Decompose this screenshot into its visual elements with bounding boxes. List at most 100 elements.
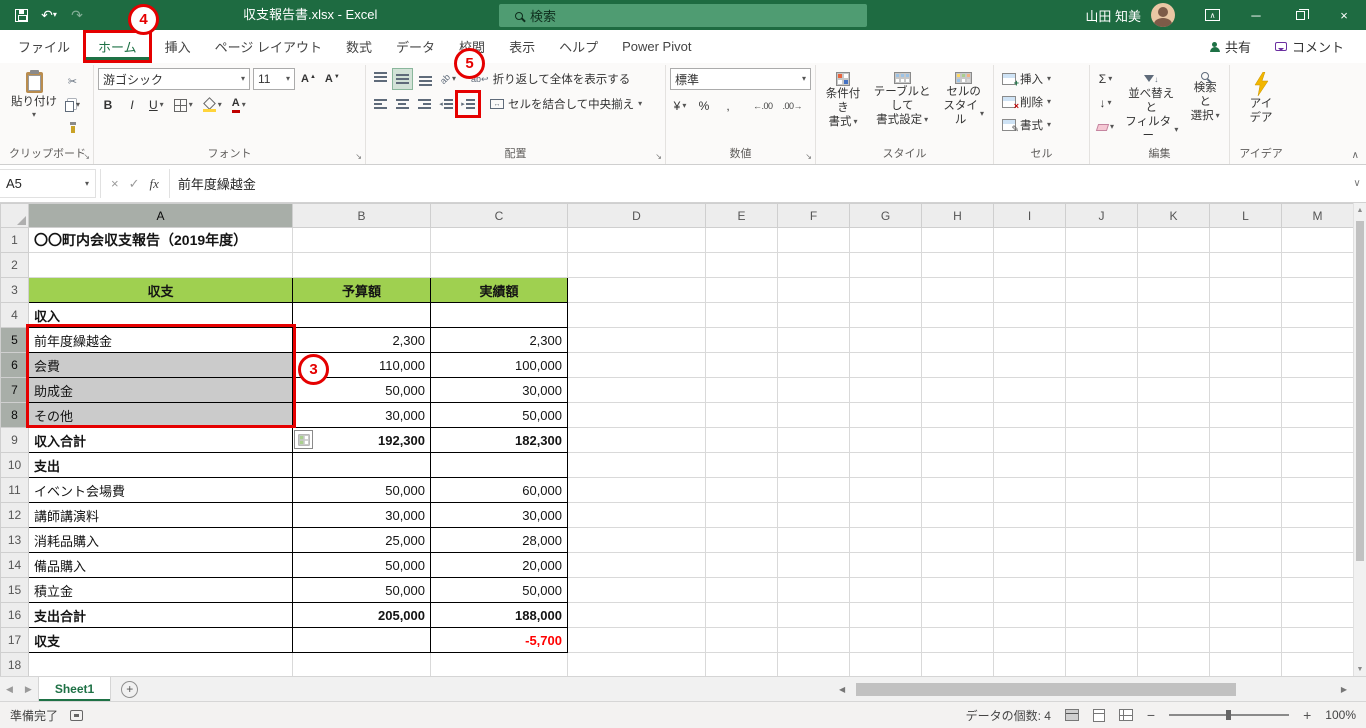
cell-J16[interactable] [1065, 602, 1138, 628]
row-header-15[interactable]: 15 [0, 577, 29, 603]
paste-button[interactable]: 貼り付け ▾ [6, 68, 62, 119]
cell-L10[interactable] [1209, 452, 1282, 478]
cell-M10[interactable] [1281, 452, 1354, 478]
row-header-1[interactable]: 1 [0, 227, 29, 253]
delete-cells-button[interactable]: × 削除 ▾ [998, 91, 1085, 112]
cell-I15[interactable] [993, 577, 1066, 603]
cell-E8[interactable] [705, 402, 778, 428]
cell-M14[interactable] [1281, 552, 1354, 578]
underline-button[interactable]: U ▾ [146, 94, 167, 116]
increase-decimal-button[interactable]: ←.00 [750, 95, 776, 117]
cell-J13[interactable] [1065, 527, 1138, 553]
cell-G12[interactable] [849, 502, 922, 528]
row-header-17[interactable]: 17 [0, 627, 29, 653]
cell-E11[interactable] [705, 477, 778, 503]
cell-H12[interactable] [921, 502, 994, 528]
cell-A5[interactable]: 前年度繰越金 [28, 327, 293, 353]
tab-file[interactable]: ファイル [6, 30, 82, 63]
cell-L18[interactable] [1209, 652, 1282, 676]
cell-D9[interactable] [567, 427, 706, 453]
cell-H8[interactable] [921, 402, 994, 428]
cell-I17[interactable] [993, 627, 1066, 653]
cell-C9[interactable]: 182,300 [430, 427, 568, 453]
cell-B2[interactable] [292, 252, 431, 278]
cell-B14[interactable]: 50,000 [292, 552, 431, 578]
column-header-A[interactable]: A [28, 203, 293, 228]
cell-L11[interactable] [1209, 477, 1282, 503]
cell-A11[interactable]: イベント会場費 [28, 477, 293, 503]
cell-M17[interactable] [1281, 627, 1354, 653]
comments-button[interactable]: コメント [1267, 34, 1352, 59]
cell-A9[interactable]: 収入合計 [28, 427, 293, 453]
cell-J3[interactable] [1065, 277, 1138, 303]
enter-icon[interactable]: ✓ [129, 176, 140, 192]
zoom-in-button[interactable]: + [1303, 707, 1311, 723]
decrease-indent-button[interactable]: ◂ [436, 93, 456, 115]
cell-D13[interactable] [567, 527, 706, 553]
ribbon-display-options-icon[interactable]: ∧ [1205, 9, 1220, 21]
cell-D8[interactable] [567, 402, 706, 428]
cell-B16[interactable]: 205,000 [292, 602, 431, 628]
select-all-corner[interactable] [0, 203, 29, 228]
conditional-formatting-button[interactable]: 条件付き 書式 ▾ [820, 68, 866, 129]
vertical-scrollbar[interactable]: ▲ ▼ [1353, 203, 1366, 676]
cell-G9[interactable] [849, 427, 922, 453]
cell-M16[interactable] [1281, 602, 1354, 628]
normal-view-button[interactable] [1064, 709, 1079, 721]
cell-J2[interactable] [1065, 252, 1138, 278]
cell-E10[interactable] [705, 452, 778, 478]
cell-J10[interactable] [1065, 452, 1138, 478]
cell-G8[interactable] [849, 402, 922, 428]
cell-E1[interactable] [705, 227, 778, 253]
cell-H17[interactable] [921, 627, 994, 653]
cell-M4[interactable] [1281, 302, 1354, 328]
collapse-ribbon-icon[interactable]: ∧ [1352, 150, 1359, 161]
cell-C7[interactable]: 30,000 [430, 377, 568, 403]
cell-C8[interactable]: 50,000 [430, 402, 568, 428]
cell-M15[interactable] [1281, 577, 1354, 603]
cell-K9[interactable] [1137, 427, 1210, 453]
search-input[interactable]: 検索 [499, 4, 867, 27]
close-button[interactable]: × [1322, 0, 1366, 30]
cell-E13[interactable] [705, 527, 778, 553]
sheet-tab-sheet1[interactable]: Sheet1 [37, 677, 112, 701]
cell-F2[interactable] [777, 252, 850, 278]
cell-B8[interactable]: 30,000 [292, 402, 431, 428]
cell-K3[interactable] [1137, 277, 1210, 303]
cell-K1[interactable] [1137, 227, 1210, 253]
formula-input[interactable]: 前年度繰越金 [168, 169, 1348, 198]
clear-button[interactable]: ▾ [1094, 116, 1117, 138]
row-header-11[interactable]: 11 [0, 477, 29, 503]
font-dialog-launcher-icon[interactable]: ↘ [355, 153, 362, 161]
cell-F4[interactable] [777, 302, 850, 328]
cell-C10[interactable] [430, 452, 568, 478]
cell-C11[interactable]: 60,000 [430, 477, 568, 503]
horizontal-scrollbar[interactable]: ◀ ▶ [836, 680, 1350, 698]
cell-J17[interactable] [1065, 627, 1138, 653]
column-header-F[interactable]: F [777, 203, 850, 228]
cell-C17[interactable]: -5,700 [430, 627, 568, 653]
ideas-button[interactable]: アイ デア [1245, 68, 1278, 126]
cell-F18[interactable] [777, 652, 850, 676]
row-header-6[interactable]: 6 [0, 352, 29, 378]
cell-L16[interactable] [1209, 602, 1282, 628]
cell-H13[interactable] [921, 527, 994, 553]
cell-F5[interactable] [777, 327, 850, 353]
find-select-button[interactable]: 検索と 選択 ▾ [1185, 68, 1225, 123]
cell-D12[interactable] [567, 502, 706, 528]
cell-C3[interactable]: 実績額 [430, 277, 568, 303]
tab-power-pivot[interactable]: Power Pivot [610, 30, 703, 63]
format-painter-button[interactable] [62, 118, 83, 140]
cell-D14[interactable] [567, 552, 706, 578]
fill-color-button[interactable]: ▾ [200, 94, 225, 116]
cell-H4[interactable] [921, 302, 994, 328]
comma-format-button[interactable]: , [718, 95, 738, 117]
cell-B17[interactable] [292, 627, 431, 653]
font-size-select[interactable]: 11 ▾ [253, 68, 295, 90]
cell-F11[interactable] [777, 477, 850, 503]
number-dialog-launcher-icon[interactable]: ↘ [805, 153, 812, 161]
cell-I2[interactable] [993, 252, 1066, 278]
row-header-9[interactable]: 9 [0, 427, 29, 453]
cell-H16[interactable] [921, 602, 994, 628]
row-header-3[interactable]: 3 [0, 277, 29, 303]
